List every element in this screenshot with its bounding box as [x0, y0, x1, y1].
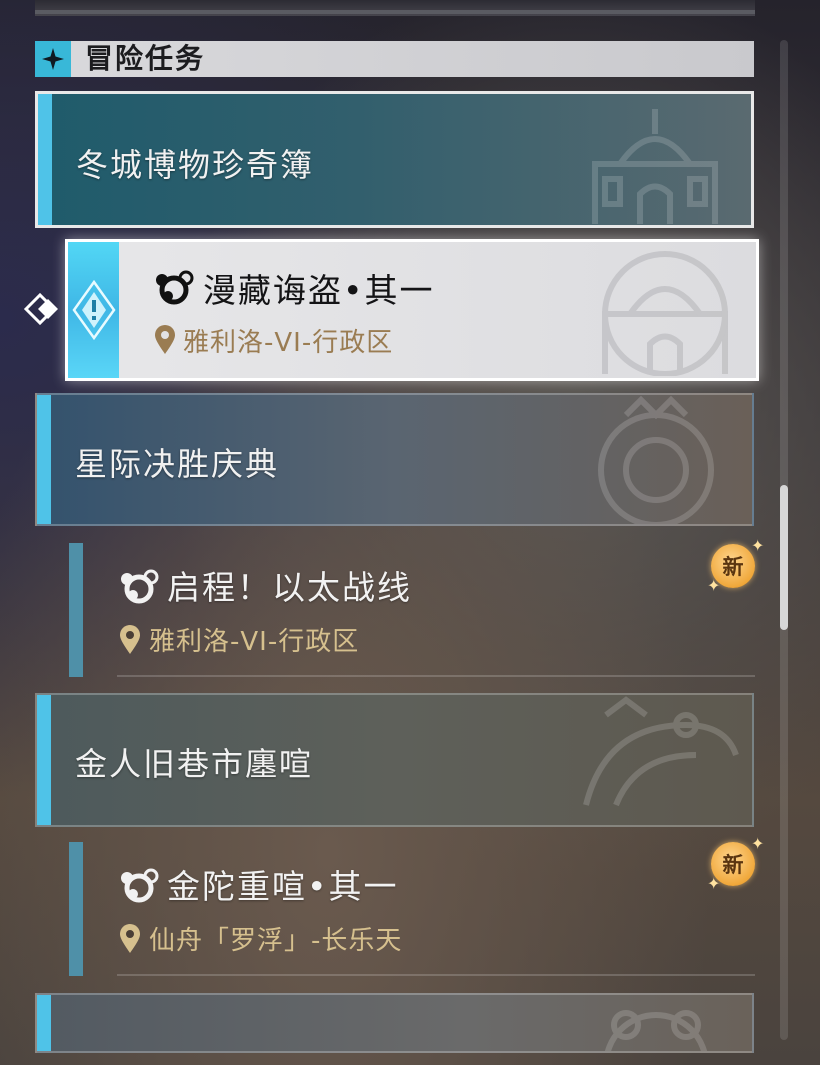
quest-title: 漫藏诲盗•其一	[203, 271, 435, 310]
phoenix-emblem-icon	[583, 696, 739, 807]
category-header-partial[interactable]	[35, 993, 754, 1053]
quest-type-icon	[156, 270, 194, 305]
section-header: 冒险任务	[35, 41, 754, 77]
museum-emblem-icon	[592, 109, 718, 224]
quest-location: 雅利洛-VI-行政区	[183, 328, 394, 358]
quest-accent-bar	[69, 842, 83, 976]
scrollbar[interactable]	[780, 40, 788, 1040]
quest-location: 雅利洛-VI-行政区	[149, 627, 360, 657]
category-title: 星际决胜庆典	[75, 445, 280, 483]
category-title: 冬城博物珍奇簿	[76, 146, 315, 184]
top-divider-line	[35, 10, 755, 14]
quest-title: 启程！以太战线	[167, 568, 412, 607]
category-title: 金人旧巷市廛喧	[75, 745, 314, 783]
section-title: 冒险任务	[85, 42, 206, 75]
quest-item[interactable]: 启程！以太战线 雅利洛-VI-行政区	[69, 543, 755, 677]
adventure-quest-icon	[35, 41, 71, 77]
festival-emblem-icon	[598, 395, 714, 524]
quest-divider	[117, 675, 755, 677]
category-header-interstellar-festival[interactable]: 星际决胜庆典	[35, 393, 754, 526]
quest-divider	[117, 974, 755, 976]
new-badge-icon: 新 ✦ ✦	[707, 834, 765, 893]
quest-type-icon	[121, 868, 159, 903]
museum-emblem-icon	[602, 251, 728, 376]
quest-selected-side	[68, 242, 119, 378]
quest-accent-bar	[69, 543, 83, 677]
quest-item[interactable]: 金陀重喧•其一 仙舟「罗浮」-长乐天	[69, 842, 755, 976]
category-emblem-icon	[604, 1010, 708, 1051]
scroll-thumb[interactable]	[780, 485, 788, 630]
quest-title: 金陀重喧•其一	[167, 867, 399, 906]
location-pin-icon	[155, 325, 175, 354]
new-badge-icon: 新 ✦ ✦	[707, 536, 765, 595]
category-header-winter-city-museum[interactable]: 冬城博物珍奇簿	[35, 91, 754, 228]
location-pin-icon	[120, 625, 140, 654]
category-accent	[37, 395, 51, 524]
quest-location: 仙舟「罗浮」-长乐天	[149, 926, 403, 956]
category-accent	[38, 94, 52, 225]
location-pin-icon	[120, 924, 140, 953]
category-accent	[37, 695, 51, 825]
category-header-golden-alley[interactable]: 金人旧巷市廛喧	[35, 693, 754, 827]
selection-pointer-icon	[23, 289, 66, 333]
quest-type-icon	[121, 569, 159, 604]
category-accent	[37, 995, 51, 1051]
quest-marker-icon	[72, 280, 116, 340]
quest-item-selected[interactable]: 漫藏诲盗•其一 雅利洛-VI-行政区	[65, 239, 759, 381]
